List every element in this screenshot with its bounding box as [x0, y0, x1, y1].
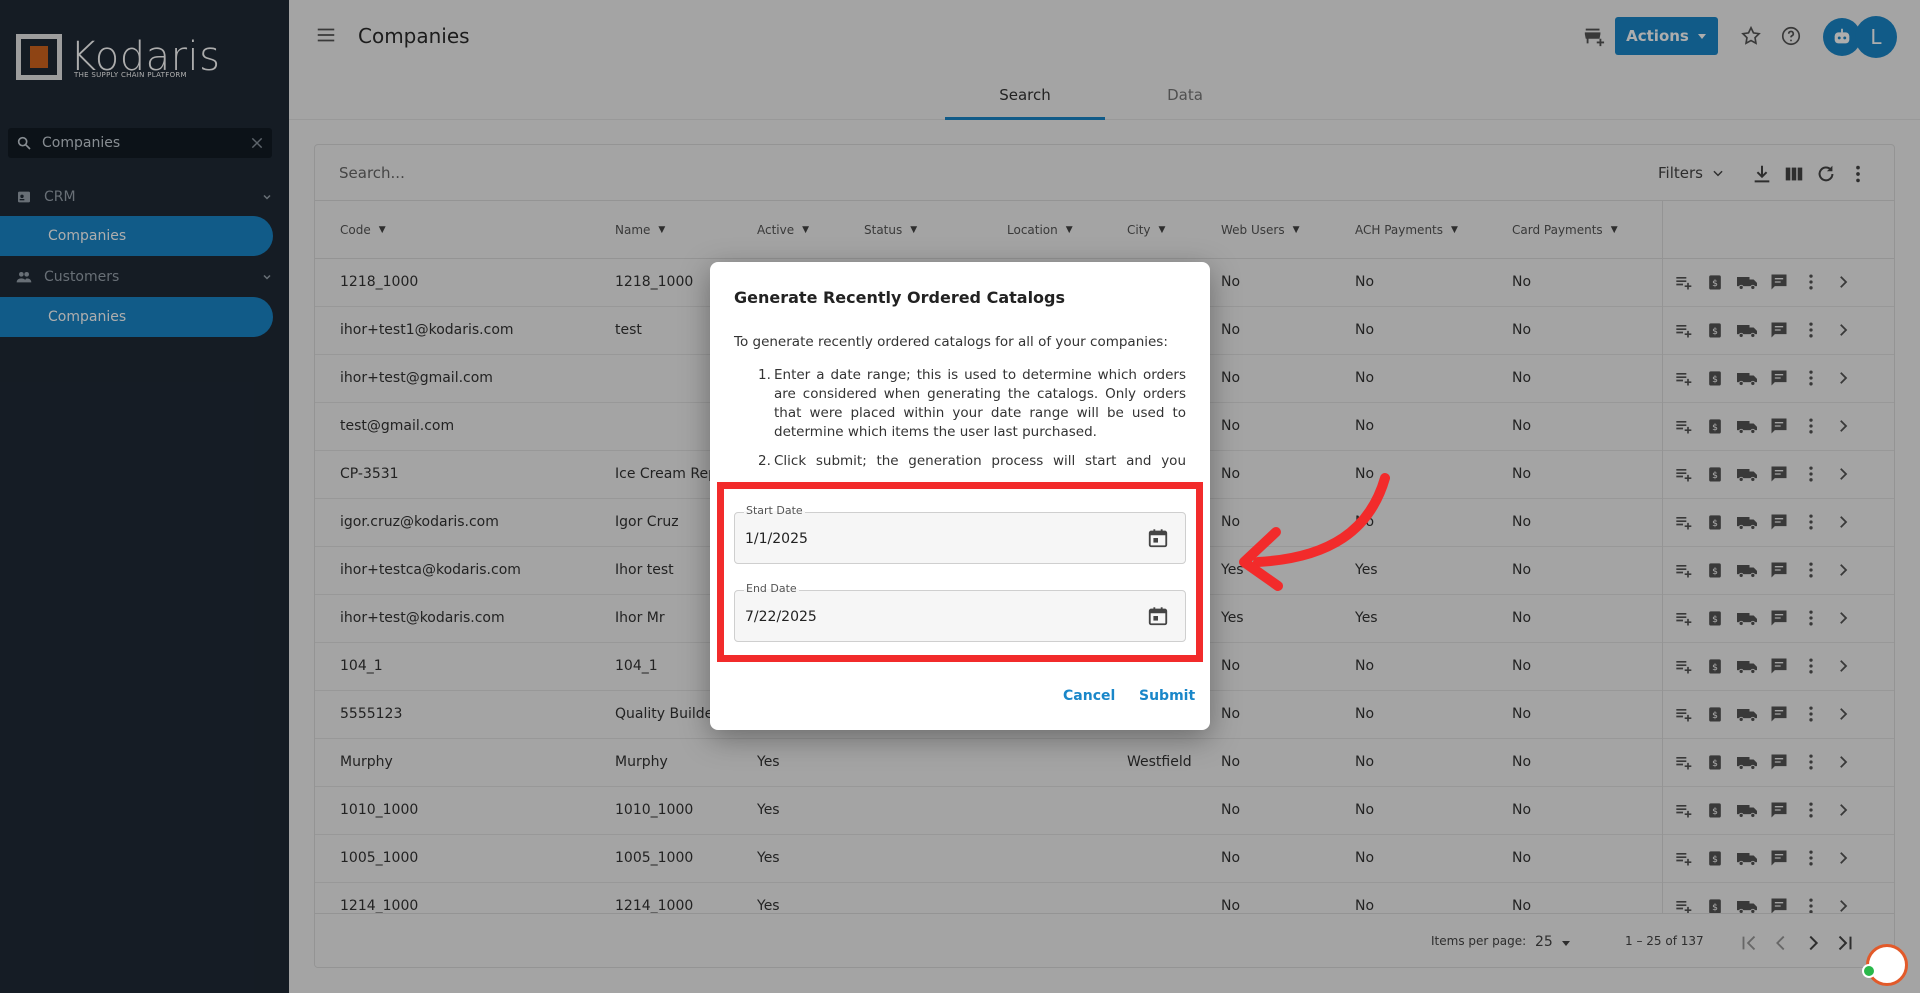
dialog-steps: 1. Enter a date range; this is used to de… — [734, 366, 1186, 482]
submit-button[interactable]: Submit — [1139, 688, 1195, 704]
highlight-box — [717, 482, 1203, 662]
cancel-button[interactable]: Cancel — [1063, 688, 1115, 704]
dialog-step: 2. Click submit; the generation process w… — [734, 452, 1186, 472]
online-status-icon — [1862, 964, 1876, 978]
dialog-intro: To generate recently ordered catalogs fo… — [734, 334, 1168, 350]
annotation-arrow-icon — [1239, 473, 1390, 591]
dialog-step-text: Enter a date range; this is used to dete… — [774, 367, 1186, 440]
dialog-step: 1. Enter a date range; this is used to de… — [758, 367, 1186, 440]
dialog-step-text: Click submit; the generation process wil… — [774, 453, 1186, 469]
dialog-title: Generate Recently Ordered Catalogs — [734, 288, 1066, 307]
